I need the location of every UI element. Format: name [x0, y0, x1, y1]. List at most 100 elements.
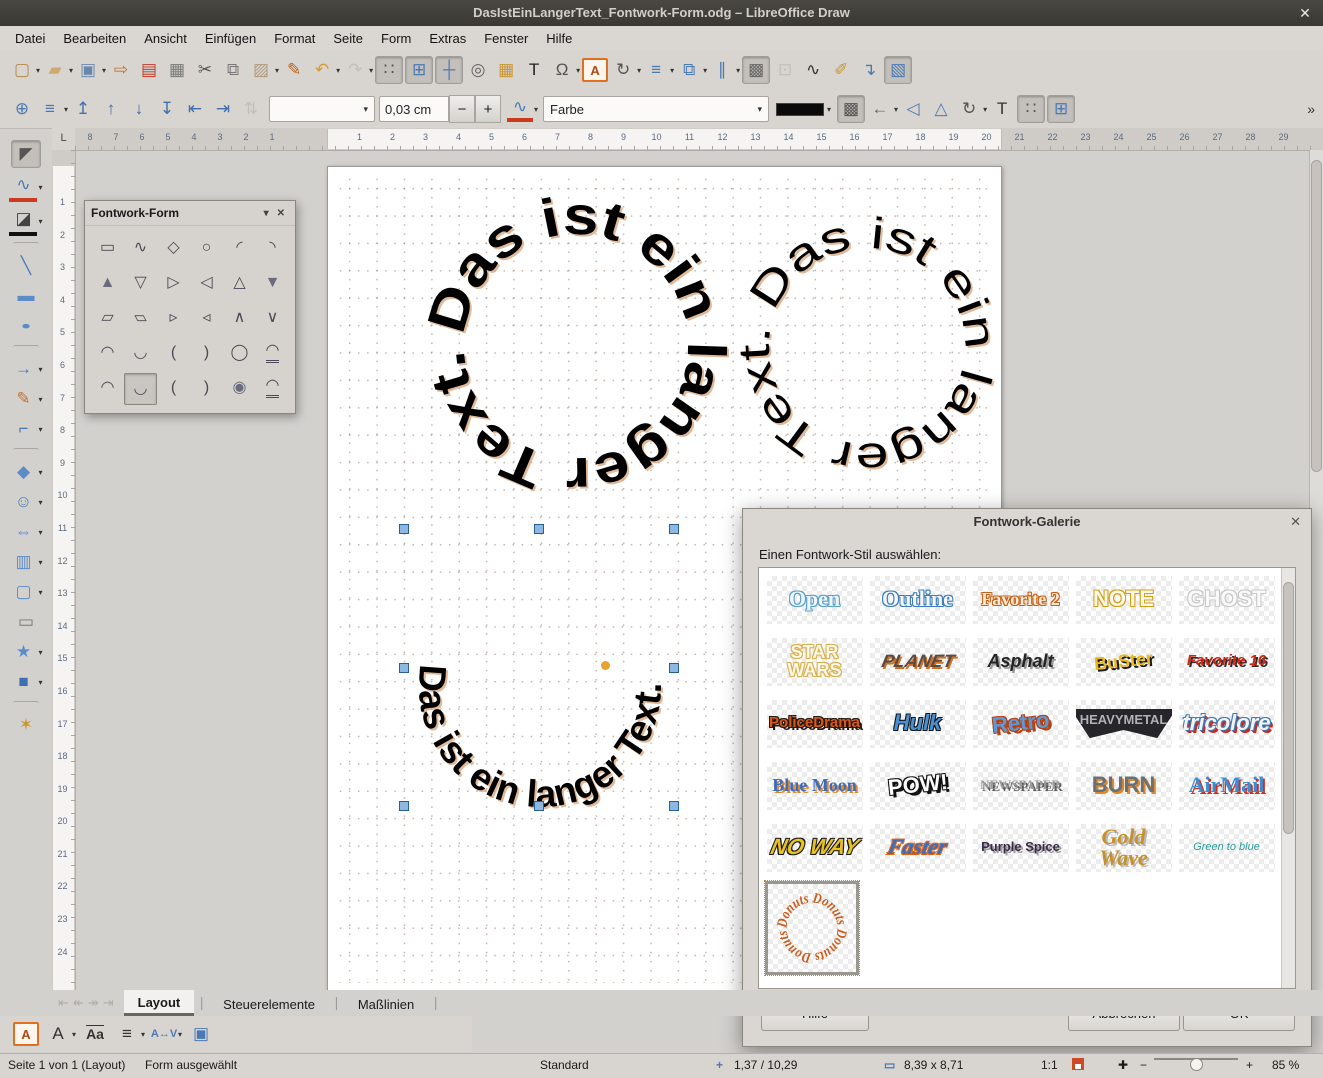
ellipse-tool[interactable]: ● — [12, 313, 40, 339]
export-button[interactable]: ⇨ — [108, 57, 134, 83]
style-ghost[interactable]: GHOST — [1175, 574, 1278, 625]
menu-fenster[interactable]: Fenster — [475, 28, 537, 49]
dropdown-arrow-icon[interactable]: ▾ — [38, 678, 42, 687]
shadow-toggle-button[interactable]: ▩ — [837, 95, 865, 123]
transformations-button[interactable]: T — [989, 96, 1015, 122]
shape-circle[interactable]: ○ — [190, 233, 223, 263]
insert-line-tool[interactable]: ╲ — [12, 253, 40, 279]
dialog-close-icon[interactable]: ✕ — [1290, 509, 1301, 535]
fill-style-select[interactable]: Farbe ▾ — [543, 96, 769, 122]
basic-shapes-tool[interactable]: ◆ — [9, 459, 37, 485]
cut-button[interactable]: ✂ — [192, 57, 218, 83]
dropdown-arrow-icon[interactable]: ▾ — [178, 1030, 182, 1039]
dropdown-arrow-icon[interactable]: ▾ — [894, 105, 898, 114]
dropdown-arrow-icon[interactable]: ▾ — [670, 66, 674, 75]
style-asphalt[interactable]: Asphalt — [969, 636, 1072, 687]
unsaved-changes-icon[interactable] — [1072, 1058, 1084, 1070]
menu-format[interactable]: Format — [265, 28, 324, 49]
send-backward-button[interactable]: ↓ — [126, 96, 152, 122]
palette-title-bar[interactable]: Fontwork-Form ▾ ✕ — [85, 201, 295, 226]
fontwork-same-letter-heights-button[interactable]: Aa — [82, 1021, 108, 1047]
shape-arch-right-curve[interactable]: ) — [190, 338, 223, 368]
tab-stop-selector[interactable]: L — [52, 128, 76, 151]
shape-adjustment-handle[interactable] — [601, 661, 610, 670]
callout-shapes-tool[interactable]: ▢ — [9, 579, 37, 605]
shape-curve-up[interactable]: ◜ — [223, 233, 256, 263]
style-note[interactable]: NOTE — [1072, 574, 1175, 625]
stars-banners-tool[interactable]: ★ — [9, 639, 37, 665]
shape-arch-up-pour[interactable]: ◠ — [91, 373, 124, 403]
dropdown-arrow-icon[interactable]: ▾ — [38, 528, 42, 537]
style-purple-spice[interactable]: Purple Spice — [969, 822, 1072, 873]
menu-datei[interactable]: Datei — [6, 28, 54, 49]
horizontal-ruler[interactable]: 87654321 1234567891011121314151617181920… — [75, 128, 1323, 151]
style-retro[interactable]: Retro — [969, 698, 1072, 749]
insert-text-box-button[interactable]: T — [521, 57, 547, 83]
tab-layout[interactable]: Layout — [124, 990, 195, 1016]
menu-einfuegen[interactable]: Einfügen — [196, 28, 265, 49]
shape-arch-down-pour[interactable]: ◡ — [124, 373, 157, 405]
dropdown-arrow-icon[interactable]: ▾ — [534, 105, 538, 114]
fontwork-object-circle-bold[interactable]: Das ist ein langer Text. Das ist ein lan… — [416, 185, 738, 508]
style-gold-wave[interactable]: Gold Wave — [1072, 822, 1175, 873]
style-favorite-2[interactable]: Favorite 2 — [969, 574, 1072, 625]
block-arrows-tool[interactable]: ⇔ — [9, 519, 37, 545]
display-snap-guides-button[interactable]: ┼ — [435, 56, 463, 84]
arrange-button[interactable]: ⧉ — [676, 57, 702, 83]
shape-triangle-up[interactable]: ▲ — [91, 268, 124, 298]
shape-chevron-down[interactable]: ∨ — [256, 303, 289, 333]
print-button[interactable]: ▦ — [164, 57, 190, 83]
menu-extras[interactable]: Extras — [420, 28, 475, 49]
divider[interactable] — [13, 448, 39, 453]
style-airmail[interactable]: AirMail — [1175, 760, 1278, 811]
dropdown-arrow-icon[interactable]: ▾ — [336, 66, 340, 75]
shape-button-pour[interactable]: ◠ — [256, 373, 289, 403]
scale-indicator[interactable]: 1:1 — [1041, 1058, 1058, 1072]
style-outline[interactable]: Outline — [866, 574, 969, 625]
display-grid-button[interactable]: ∷ — [1017, 95, 1045, 123]
lines-and-arrows-tool[interactable]: → — [9, 356, 37, 382]
shape-inflate[interactable]: ◇ — [157, 233, 190, 263]
scrollbar-thumb[interactable] — [1283, 582, 1294, 834]
select-tool[interactable]: ◤ — [11, 140, 41, 168]
shape-arch-left-pour[interactable]: ( — [157, 373, 190, 403]
line-color-tool[interactable]: ∿ — [9, 172, 37, 202]
style-favorite-16[interactable]: Favorite 16 — [1175, 636, 1278, 687]
style-tricolore[interactable]: tricolore — [1175, 698, 1278, 749]
toolbar-overflow-button[interactable]: » — [1307, 101, 1323, 117]
style-donuts[interactable]: Donuts Donuts Donuts Donuts — [765, 881, 859, 975]
style-policedrama[interactable]: PoliceDrama — [763, 698, 866, 749]
zoom-in-button[interactable]: + — [1246, 1058, 1253, 1072]
shape-plain-text[interactable]: ▭ — [91, 233, 124, 263]
insert-button[interactable]: ↴ — [856, 57, 882, 83]
shape-arch-right-pour[interactable]: ) — [190, 373, 223, 403]
rotate-button[interactable]: ↻ — [610, 57, 636, 83]
distribute-button[interactable]: ∥ — [709, 57, 735, 83]
tab-steuerelemente[interactable]: Steuerelemente — [209, 990, 329, 1016]
style-green-to-blue[interactable]: Green to blue — [1175, 822, 1278, 873]
dropdown-arrow-icon[interactable]: ▾ — [576, 66, 580, 75]
in-front-of-object-button[interactable]: ⇤ — [182, 96, 208, 122]
dropdown-arrow-icon[interactable]: ▾ — [69, 66, 73, 75]
shape-wave[interactable]: ∿ — [124, 233, 157, 263]
dropdown-arrow-icon[interactable]: ▾ — [38, 365, 42, 374]
arrow-style-button[interactable]: ← — [867, 96, 893, 122]
3d-objects-tool[interactable]: ■ — [9, 669, 37, 695]
scrollbar-thumb[interactable] — [1311, 160, 1322, 472]
shape-slant-down[interactable]: ▱ — [124, 303, 157, 333]
extrusion-toggle-button[interactable]: ▣ — [188, 1021, 214, 1047]
selection-handle[interactable] — [534, 524, 544, 534]
toggle-extrusion-tool[interactable]: ✶ — [12, 712, 40, 738]
style-blue-moon[interactable]: Blue Moon — [763, 760, 866, 811]
dropdown-arrow-icon[interactable]: ▾ — [38, 217, 42, 226]
dropdown-arrow-icon[interactable]: ▾ — [736, 66, 740, 75]
dropdown-arrow-icon[interactable]: ▾ — [36, 66, 40, 75]
edit-points-button[interactable]: ∿ — [800, 57, 826, 83]
selection-handle[interactable] — [669, 524, 679, 534]
palette-close-icon[interactable]: ✕ — [273, 208, 289, 219]
dropdown-arrow-icon[interactable]: ▾ — [64, 105, 68, 114]
zoom-slider-thumb[interactable] — [1190, 1058, 1203, 1071]
style-open[interactable]: Open — [763, 574, 866, 625]
style-faster[interactable]: Faster — [866, 822, 969, 873]
line-width-increase-button[interactable]: + — [475, 95, 501, 123]
